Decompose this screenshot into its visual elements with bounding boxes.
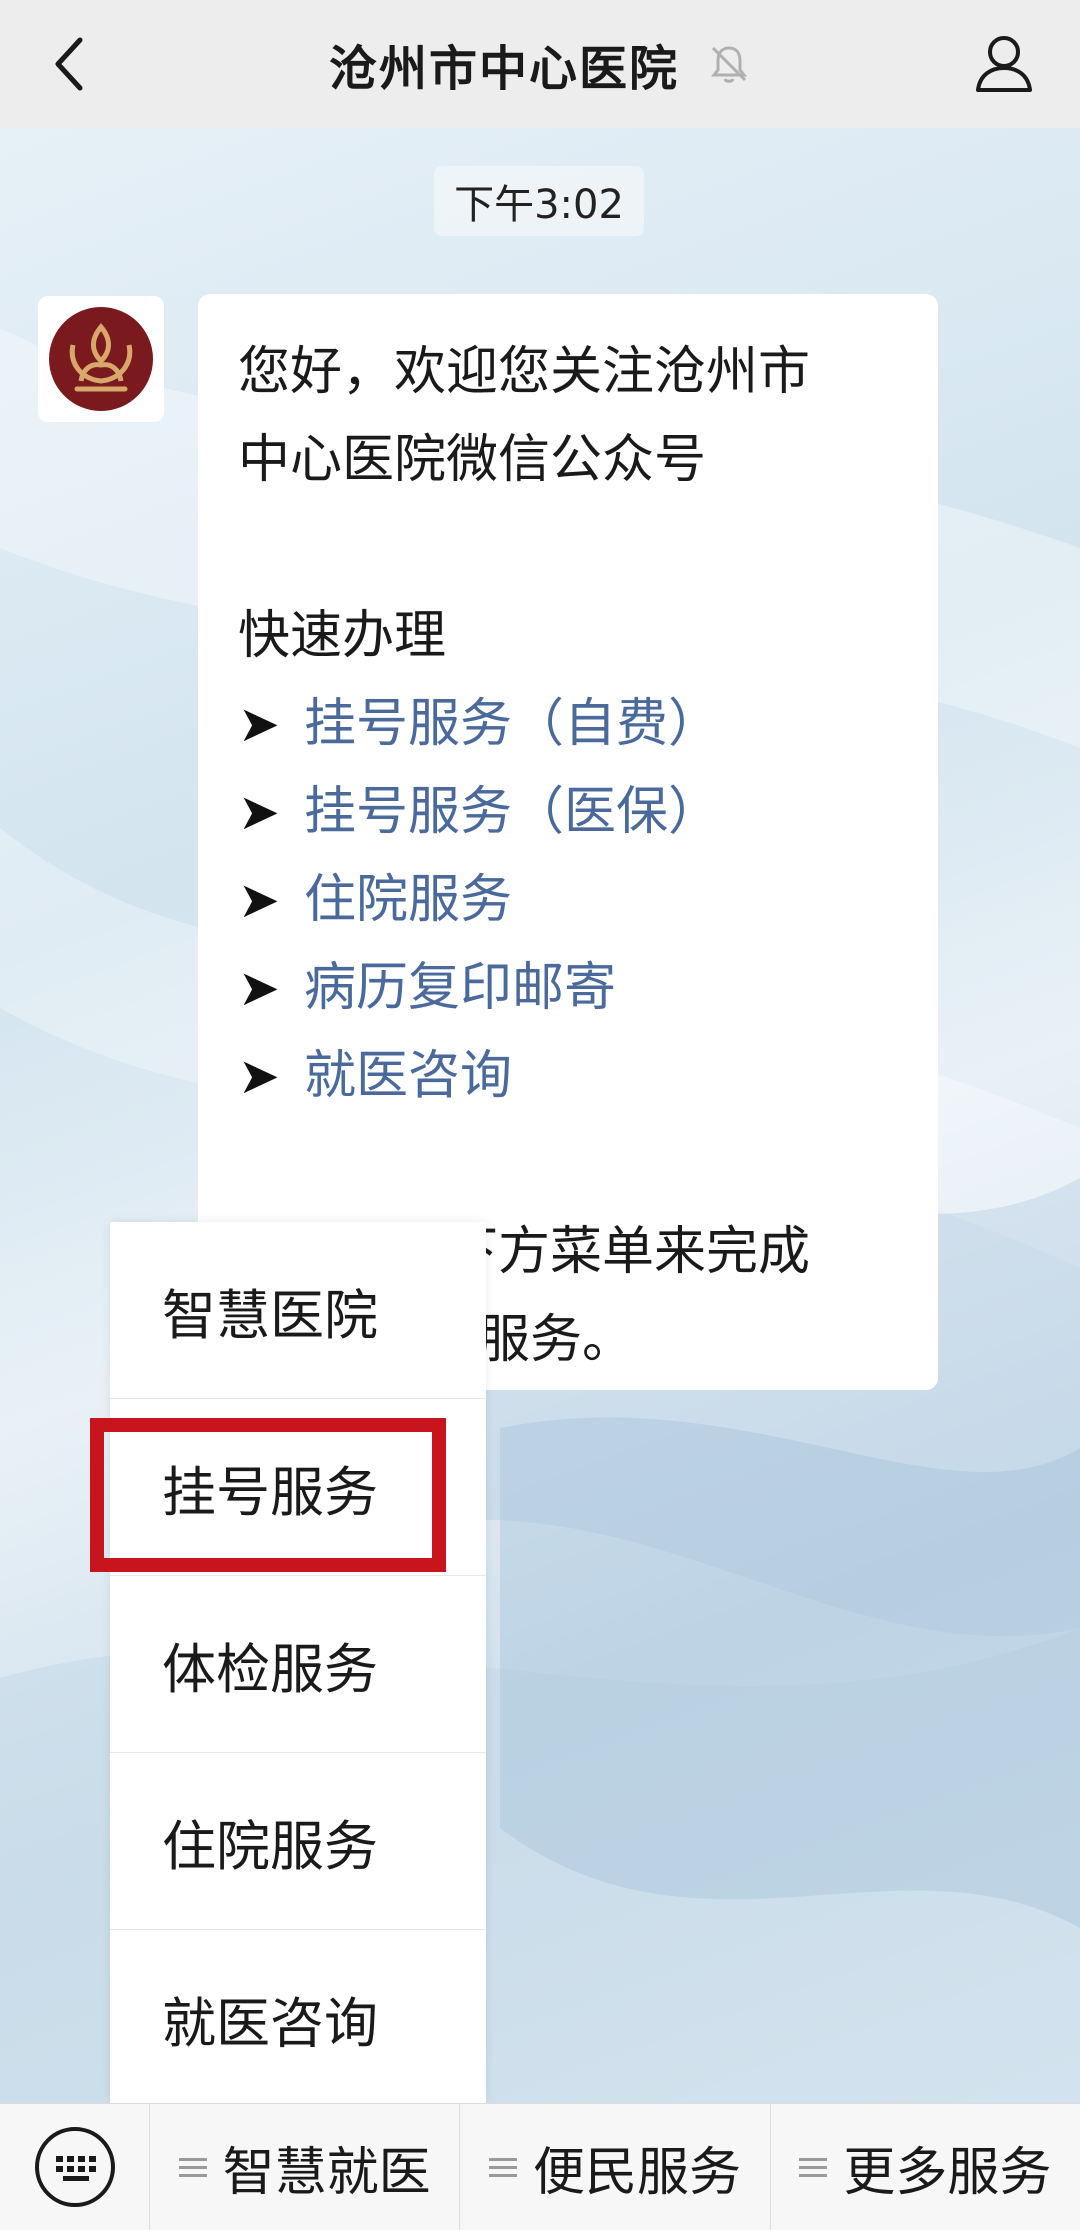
arrow-icon: ➤ xyxy=(238,959,280,1017)
top-bar: 沧州市中心医院 xyxy=(0,0,1080,128)
popup-item-smart-hospital[interactable]: 智慧医院 xyxy=(110,1222,486,1399)
menu-tab-label: 便民服务 xyxy=(532,2142,741,2203)
arrow-icon: ➤ xyxy=(238,783,280,841)
menu-tab-convenience[interactable]: 便民服务 xyxy=(460,2103,771,2230)
quick-link-row: ➤ 挂号服务（自费） xyxy=(238,680,898,768)
link-inpatient[interactable]: 住院服务 xyxy=(304,870,512,930)
chevron-left-icon xyxy=(55,37,83,91)
arrow-icon: ➤ xyxy=(238,1047,280,1105)
section-title: 快速办理 xyxy=(238,606,447,666)
menu-tab-label: 智慧就医 xyxy=(222,2142,431,2203)
page-title: 沧州市中心医院 xyxy=(328,41,679,97)
popup-item-physical-exam[interactable]: 体检服务 xyxy=(110,1576,486,1753)
arrow-icon: ➤ xyxy=(238,871,280,929)
menu-tab-more[interactable]: 更多服务 xyxy=(771,2104,1080,2230)
avatar[interactable] xyxy=(38,296,164,422)
link-consultation[interactable]: 就医咨询 xyxy=(304,1046,512,1106)
popup-menu: 智慧医院 挂号服务 体检服务 住院服务 就医咨询 xyxy=(110,1222,486,2104)
popup-item-inpatient[interactable]: 住院服务 xyxy=(110,1753,486,1930)
keyboard-icon xyxy=(34,2127,115,2207)
back-button[interactable] xyxy=(40,24,100,104)
highlight-annotation xyxy=(90,1418,446,1572)
quick-link-row: ➤ 就医咨询 xyxy=(238,1032,898,1120)
profile-button[interactable] xyxy=(964,22,1044,102)
quick-link-row: ➤ 住院服务 xyxy=(238,856,898,944)
bell-muted-icon xyxy=(710,46,748,83)
quick-link-row: ➤ 挂号服务（医保） xyxy=(238,768,898,856)
menu-tab-label: 更多服务 xyxy=(843,2142,1052,2203)
menu-lines-icon xyxy=(488,2153,517,2182)
link-medical-records[interactable]: 病历复印邮寄 xyxy=(304,958,616,1018)
greeting-line: 您好，欢迎您关注沧州市 xyxy=(238,342,811,402)
link-register-self-pay[interactable]: 挂号服务（自费） xyxy=(304,694,720,754)
quick-link-row: ➤ 病历复印邮寄 xyxy=(238,944,898,1032)
menu-lines-icon xyxy=(799,2153,828,2182)
popup-item-consultation[interactable]: 就医咨询 xyxy=(110,1930,486,2107)
menu-lines-icon xyxy=(178,2153,207,2182)
keyboard-button[interactable] xyxy=(0,2103,150,2230)
hospital-logo xyxy=(49,307,153,411)
message-timestamp: 下午3:02 xyxy=(434,166,644,236)
link-register-insurance[interactable]: 挂号服务（医保） xyxy=(304,782,720,842)
greeting-line: 中心医院微信公众号 xyxy=(238,430,707,490)
menu-tab-smart-medical[interactable]: 智慧就医 xyxy=(150,2103,461,2230)
arrow-icon: ➤ xyxy=(238,695,280,753)
person-icon xyxy=(976,36,1032,92)
bottom-menu-bar: 智慧就医 便民服务 更多服务 xyxy=(0,2103,1080,2230)
